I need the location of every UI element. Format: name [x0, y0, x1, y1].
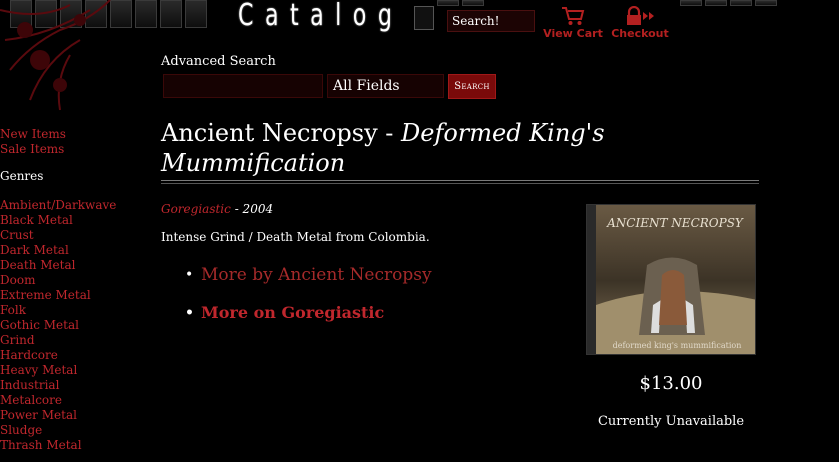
genres-heading: Genres [0, 169, 44, 183]
product-title: Ancient Necropsy - Deformed King's Mummi… [161, 118, 761, 178]
cover-band-text: ANCIENT NECROPSY [606, 216, 744, 230]
list-item: More on Goregiastic [185, 301, 432, 325]
site-header: Catalog View Cart Checkout [0, 0, 839, 111]
product-price: $13.00 [639, 373, 703, 394]
shopping-cart-icon [562, 7, 585, 25]
genre-link[interactable]: Ambient/Darkwave [0, 198, 150, 213]
quick-search-input[interactable] [447, 10, 535, 32]
header-thumbnail-strip-far-right [680, 0, 777, 30]
related-links-list: More by Ancient Necropsy More on Goregia… [185, 262, 432, 325]
title-separator: - [377, 119, 402, 147]
title-divider-secondary [161, 183, 759, 184]
genre-link[interactable]: Gothic Metal [0, 318, 150, 333]
product-description: Intense Grind / Death Metal from Colombi… [161, 230, 430, 244]
advanced-search-button[interactable]: Search [448, 74, 496, 99]
cover-album-text: deformed king's mummification [613, 341, 742, 350]
catalog-title: Catalog [238, 0, 404, 33]
genre-link[interactable]: Dark Metal [0, 243, 150, 258]
advanced-search-input[interactable] [163, 74, 323, 98]
view-cart-link[interactable]: View Cart [543, 6, 603, 40]
genre-link[interactable]: Grind [0, 333, 150, 348]
lock-icon [627, 6, 654, 25]
genre-link[interactable]: Industrial [0, 378, 150, 393]
header-decoration-box [414, 6, 434, 30]
more-by-artist-link[interactable]: More by Ancient Necropsy [201, 265, 432, 285]
record-label-link[interactable]: Goregiastic [161, 202, 231, 216]
title-divider [161, 180, 759, 181]
view-cart-label: View Cart [543, 27, 603, 40]
release-info: Goregiastic - 2004 [161, 202, 273, 216]
more-on-label-link[interactable]: More on Goregiastic [201, 303, 384, 322]
genre-link[interactable]: Metalcore [0, 393, 150, 408]
availability-status: Currently Unavailable [597, 414, 745, 429]
checkout-label: Checkout [611, 27, 669, 40]
advanced-search-label: Advanced Search [161, 54, 276, 69]
artist-name: Ancient Necropsy [161, 119, 378, 147]
sidebar-item-new-items[interactable]: New Items [0, 127, 150, 142]
search-field-select[interactable]: All Fields [327, 74, 444, 98]
genre-link[interactable]: Doom [0, 273, 150, 288]
genre-link[interactable]: Extreme Metal [0, 288, 150, 303]
genre-link[interactable]: Thrash Metal [0, 438, 150, 453]
genre-link[interactable]: Hardcore [0, 348, 150, 363]
genre-link[interactable]: Death Metal [0, 258, 150, 273]
genre-link[interactable]: Power Metal [0, 408, 150, 423]
album-cover-image: ANCIENT NECROPSY deformed king's mummifi… [586, 204, 756, 355]
list-item: More by Ancient Necropsy [185, 262, 432, 288]
genre-link[interactable]: Heavy Metal [0, 363, 150, 378]
genre-link[interactable]: Folk [0, 303, 150, 318]
checkout-link[interactable]: Checkout [610, 6, 670, 40]
genre-link[interactable]: Crust [0, 228, 150, 243]
sidebar-nav: New Items Sale Items Genres Ambient/Dark… [0, 127, 150, 453]
sidebar-item-sale-items[interactable]: Sale Items [0, 142, 150, 157]
genre-link[interactable]: Black Metal [0, 213, 150, 228]
release-year: - 2004 [230, 202, 274, 216]
header-thumbnail-strip [10, 0, 207, 30]
album-cover-art: ANCIENT NECROPSY deformed king's mummifi… [587, 205, 755, 354]
genre-link[interactable]: Sludge [0, 423, 150, 438]
